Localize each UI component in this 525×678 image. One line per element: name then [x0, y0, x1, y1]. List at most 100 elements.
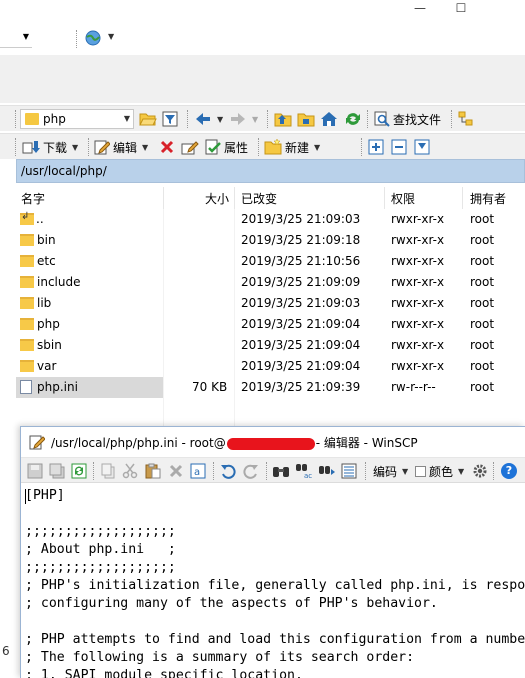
file-changed: 2019/3/25 21:09:39: [241, 380, 361, 394]
column-separator: [234, 187, 235, 209]
file-name: etc: [37, 254, 56, 268]
refresh-button[interactable]: [344, 110, 362, 128]
new-button[interactable]: 新建 ▼: [264, 138, 320, 156]
chevron-down-icon: ▼: [108, 32, 115, 41]
delete-text-button[interactable]: [168, 462, 184, 480]
delete-button[interactable]: [159, 138, 175, 156]
maximize-button[interactable]: ☐: [446, 0, 476, 18]
tree-toggle-button[interactable]: [458, 110, 474, 128]
goto-line-button[interactable]: [341, 462, 357, 480]
properties-icon: [205, 139, 221, 155]
find-files-label: 查找文件: [393, 112, 442, 127]
toolbar-separator: [258, 138, 260, 156]
unselect-button[interactable]: [391, 138, 407, 156]
partial-status-text: 6: [2, 644, 10, 658]
open-directory-button[interactable]: [139, 110, 157, 128]
file-row-lib[interactable]: lib 2019/3/25 21:09:03 rwxr-xr-x root: [16, 293, 525, 314]
file-rights: rwxr-xr-x: [391, 254, 445, 268]
filter-box-icon: [414, 139, 430, 155]
file-owner: root: [470, 338, 495, 352]
arrow-left-icon: [196, 113, 210, 125]
redo-icon: [243, 464, 258, 479]
home-directory-button[interactable]: [320, 110, 338, 128]
file-rights: rwxr-xr-x: [391, 275, 445, 289]
download-button[interactable]: 下载 ▼: [22, 138, 78, 156]
chevron-down-icon: ▼: [123, 114, 130, 123]
file-row-bin[interactable]: bin 2019/3/25 21:09:18 rwxr-xr-x root: [16, 230, 525, 251]
column-owner[interactable]: 拥有者: [470, 190, 506, 207]
save-copy-icon: [49, 463, 65, 479]
file-row-etc[interactable]: etc 2019/3/25 21:10:56 rwxr-xr-x root: [16, 251, 525, 272]
file-row-parent[interactable]: .. 2019/3/25 21:09:03 rwxr-xr-x root: [16, 209, 525, 230]
color-swatch: [415, 465, 426, 477]
find-next-button[interactable]: [318, 462, 336, 480]
filter-button[interactable]: [162, 110, 178, 128]
toolbar-separator: [493, 462, 495, 480]
path-combo[interactable]: php ▼: [20, 109, 134, 129]
find-button[interactable]: [272, 462, 290, 480]
new-session-button[interactable]: ▼: [84, 28, 114, 48]
filter-select-button[interactable]: [414, 138, 430, 156]
file-row-sbin[interactable]: sbin 2019/3/25 21:09:04 rwxr-xr-x root: [16, 335, 525, 356]
color-button[interactable]: 颜色 ▼: [415, 462, 464, 480]
select-all-text-button[interactable]: a: [190, 462, 206, 480]
file-row-php[interactable]: php 2019/3/25 21:09:04 rwxr-xr-x root: [16, 314, 525, 335]
file-name: ..: [36, 212, 44, 226]
file-changed: 2019/3/25 21:09:09: [241, 275, 361, 289]
editor-title-suffix: - 编辑器 - WinSCP: [315, 436, 418, 450]
file-row-php-ini[interactable]: php.ini 70 KB 2019/3/25 21:09:39 rw-r--r…: [16, 377, 525, 398]
editor-text-area[interactable]: [PHP] ;;;;;;;;;;;;;;;;;;; ; About php.in…: [21, 484, 525, 678]
redo-button[interactable]: [243, 462, 259, 480]
file-list-header: 名字 大小 已改变 权限 拥有者: [16, 187, 525, 209]
column-separator: [384, 187, 385, 209]
reload-button[interactable]: [71, 462, 87, 480]
column-changed[interactable]: 已改变: [241, 190, 277, 207]
edit-button[interactable]: 编辑 ▼: [94, 138, 148, 156]
copy-icon: [101, 463, 115, 479]
file-rights: rwxr-xr-x: [391, 212, 445, 226]
cut-button[interactable]: [122, 462, 138, 480]
new-folder-icon: [264, 139, 282, 155]
help-button[interactable]: ?: [501, 462, 517, 480]
chevron-down-icon: ▼: [402, 466, 409, 476]
back-button[interactable]: ▼: [194, 110, 223, 128]
rename-button[interactable]: [181, 138, 199, 156]
column-name[interactable]: 名字: [21, 190, 45, 207]
file-owner: root: [470, 380, 495, 394]
chevron-down-icon: ▼: [22, 32, 29, 41]
toolbar-grip: [15, 138, 17, 156]
forward-button[interactable]: ▼: [229, 110, 258, 128]
folder-icon: [20, 297, 34, 309]
toolbar-separator: [267, 110, 269, 128]
editor-line: ;;;;;;;;;;;;;;;;;;;: [25, 524, 176, 539]
replace-button[interactable]: ac: [295, 462, 313, 480]
root-directory-button[interactable]: [297, 110, 315, 128]
parent-directory-button[interactable]: [274, 110, 292, 128]
save-button[interactable]: [27, 462, 43, 480]
column-rights[interactable]: 权限: [391, 190, 415, 207]
paste-button[interactable]: [145, 462, 161, 480]
minus-box-icon: [391, 139, 407, 155]
chevron-down-icon: ▼: [142, 142, 149, 152]
preferences-button[interactable]: [472, 462, 488, 480]
file-row-include[interactable]: include 2019/3/25 21:09:09 rwxr-xr-x roo…: [16, 272, 525, 293]
file-row-var[interactable]: var 2019/3/25 21:09:04 rwxr-xr-x root: [16, 356, 525, 377]
folder-icon: [20, 360, 34, 372]
svg-text:a: a: [194, 467, 200, 478]
save-copy-button[interactable]: [49, 462, 65, 480]
gear-icon: [473, 464, 487, 478]
undo-icon: [221, 464, 236, 479]
find-files-button[interactable]: 查找文件: [374, 110, 441, 128]
file-name: bin: [37, 233, 56, 247]
undo-button[interactable]: [220, 462, 236, 480]
select-all-button[interactable]: [368, 138, 384, 156]
paste-icon: [145, 463, 161, 479]
column-size[interactable]: 大小: [205, 190, 229, 207]
minimize-button[interactable]: —: [405, 0, 435, 18]
copy-button[interactable]: [100, 462, 116, 480]
properties-button[interactable]: 属性: [205, 138, 248, 156]
filter-icon: [162, 111, 178, 127]
parent-folder-icon: [274, 113, 292, 127]
encoding-button[interactable]: 编码 ▼: [373, 462, 408, 480]
session-dropdown[interactable]: ▼: [0, 28, 32, 48]
